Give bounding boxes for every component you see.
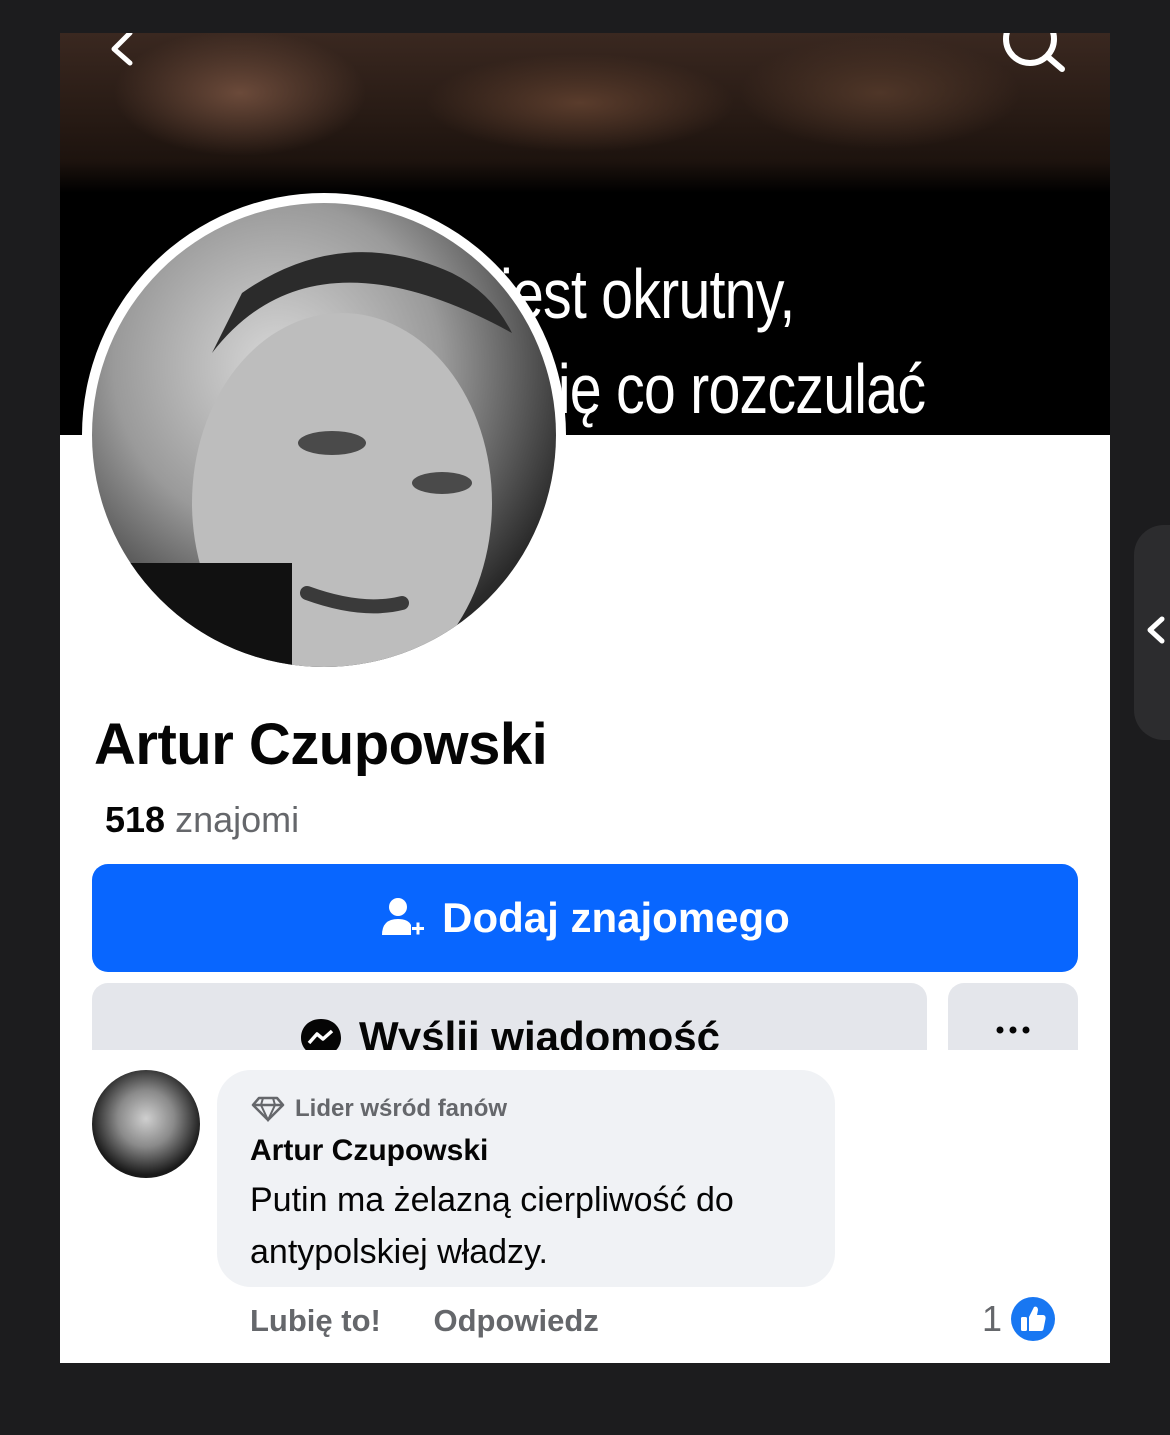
cover-text-line-1: jest okrutny,	[500, 255, 795, 333]
cover-image	[60, 33, 1110, 193]
cover-text-line-2: się co rozczulać	[530, 350, 926, 428]
profile-avatar[interactable]	[92, 203, 556, 667]
friends-count-number: 518	[105, 799, 166, 840]
back-icon[interactable]	[100, 33, 140, 69]
add-friend-label: Dodaj znajomego	[442, 894, 790, 941]
add-friend-icon	[382, 898, 425, 935]
comment-avatar[interactable]	[92, 1070, 200, 1178]
comment-actions: Lubię to! Odpowiedz	[250, 1303, 643, 1339]
avatar-portrait	[92, 252, 512, 667]
diamond-icon	[251, 1096, 285, 1122]
like-action[interactable]: Lubię to!	[250, 1303, 381, 1338]
profile-screen: jest okrutny, się co rozczulać Artur Czu…	[60, 33, 1110, 1363]
top-fan-badge: Lider wśród fanów	[251, 1095, 507, 1123]
friends-count[interactable]: 518 znajomi	[105, 799, 299, 841]
friends-count-label: znajomi	[175, 799, 300, 840]
add-friend-button[interactable]: Dodaj znajomego	[92, 864, 1078, 972]
like-icon	[1011, 1297, 1056, 1341]
comment-author[interactable]: Artur Czupowski	[250, 1134, 488, 1168]
comment-bubble: Lider wśród fanów Artur Czupowski Putin …	[217, 1070, 835, 1287]
chevron-left-icon[interactable]	[1144, 616, 1166, 644]
reaction-count: 1	[982, 1298, 1003, 1339]
top-fan-label: Lider wśród fanów	[295, 1095, 508, 1122]
reply-action[interactable]: Odpowiedz	[433, 1303, 598, 1338]
search-icon[interactable]	[998, 33, 1072, 75]
reaction-summary[interactable]: 1	[982, 1296, 1056, 1342]
more-icon	[996, 1026, 1030, 1034]
comment-text: Putin ma żelazną cierpliwość do antypols…	[250, 1181, 734, 1271]
profile-name: Artur Czupowski	[94, 712, 548, 777]
